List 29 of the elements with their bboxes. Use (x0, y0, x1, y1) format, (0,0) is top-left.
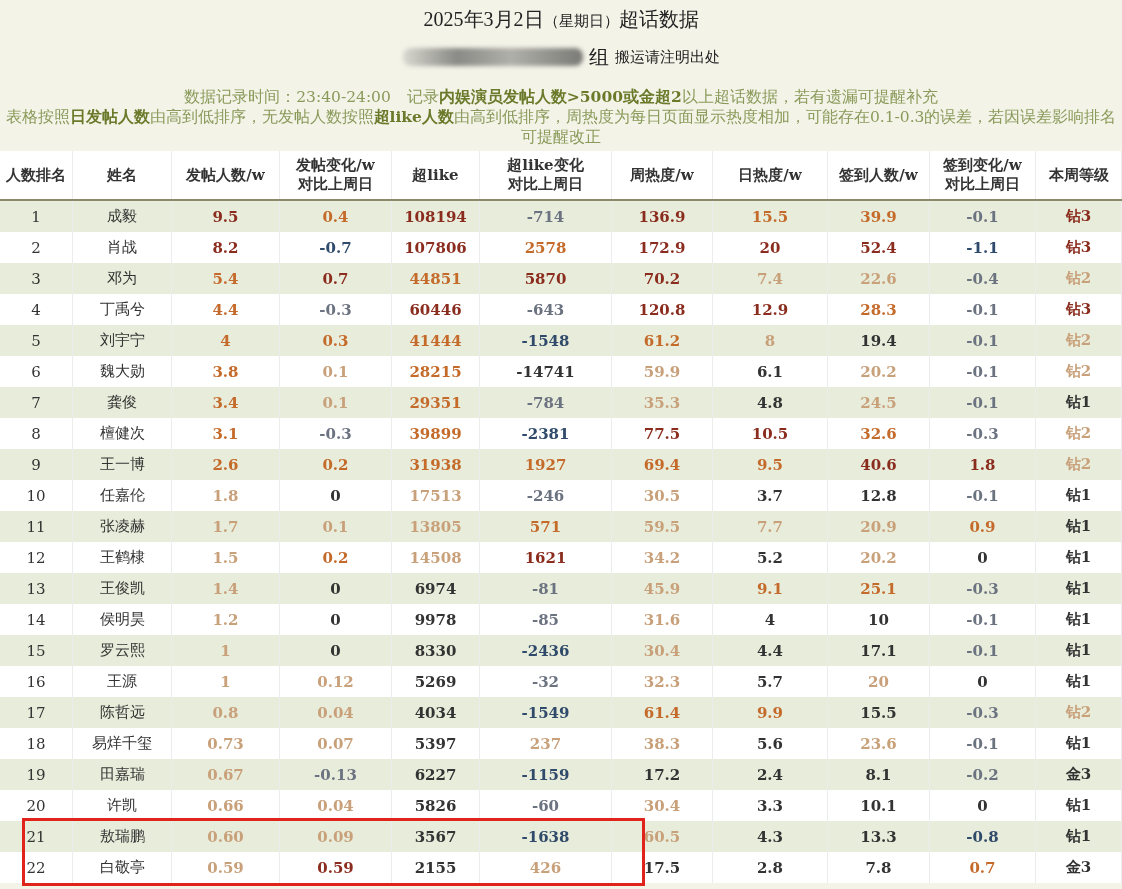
column-header: 人数排名 (0, 151, 73, 199)
title-suffix: 超话数据 (618, 7, 699, 32)
table-cell: 0.7 (930, 852, 1036, 883)
table-cell: 0.59 (280, 852, 392, 883)
table-cell: 22 (0, 852, 73, 883)
table-cell: 2155 (392, 852, 480, 883)
weekday-label: （星期日） (543, 12, 619, 31)
table-cell: 7.8 (828, 852, 930, 883)
column-header: 签到变化/w 对比上周日 (930, 151, 1036, 199)
column-header: 本周等级 (1036, 151, 1122, 199)
column-header: 姓名 (73, 151, 172, 199)
column-header: 超like (392, 151, 480, 199)
column-header: 日热度/w (713, 151, 828, 199)
table-cell: 金3 (1036, 852, 1122, 883)
table-cell: 0.59 (172, 852, 280, 883)
table-cell: 17.5 (612, 852, 713, 883)
repost-note: 搬运请注明出处 (614, 47, 720, 67)
table-cell: 426 (480, 852, 612, 883)
table-cell: 白敬亭 (73, 852, 172, 883)
group-name: 组 (588, 43, 609, 71)
table-cell: 2.8 (713, 852, 828, 883)
info-note: 数据记录时间：23:40-24:00 记录内娱演员发帖人数>5000或金超2以上超话数据，若有遗漏可提醒补充 (184, 87, 938, 107)
column-header: 超like变化 对比上周日 (480, 151, 612, 199)
column-header: 签到人数/w (828, 151, 930, 199)
column-header: 发帖变化/w 对比上周日 (280, 151, 392, 199)
column-header: 周热度/w (612, 151, 713, 199)
column-header: 发帖人数/w (172, 151, 280, 199)
page-title: 2025年3月2日 (423, 7, 544, 32)
info-note: 表格按照日发帖人数由高到低排序，无发帖人数按照超like人数由高到低排序，周热度为每日页面显示热度相加，可能存在0.1-0.3的误差，若因误差影响排名可提醒改正 (4, 107, 1118, 147)
